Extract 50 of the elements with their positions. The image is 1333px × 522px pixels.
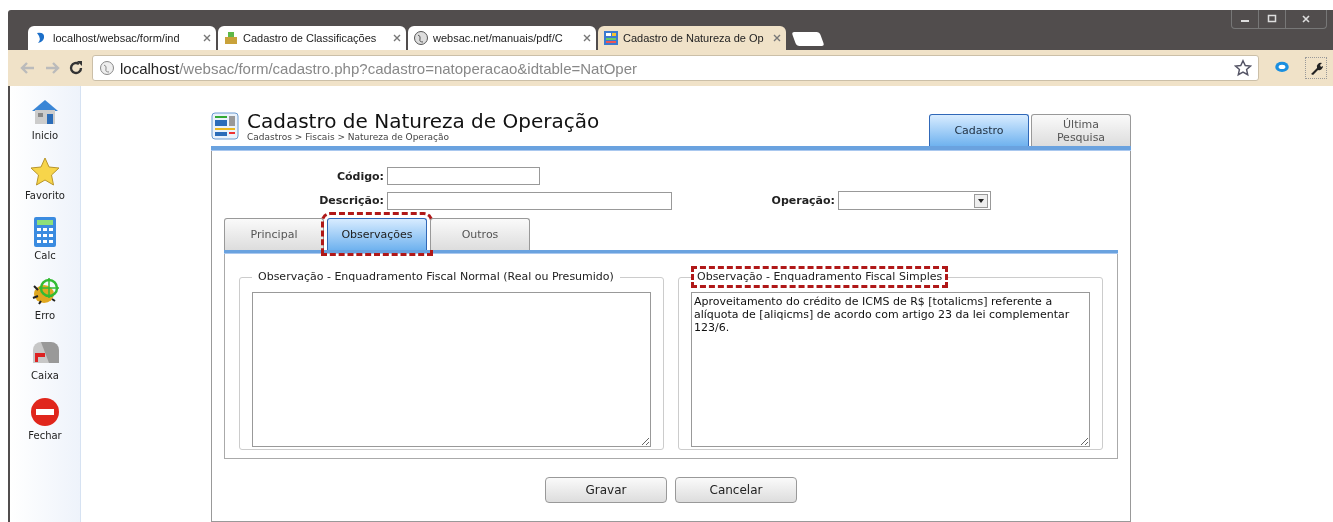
sidebar-item[interactable]: Fechar xyxy=(28,396,62,441)
form-tab[interactable]: Outros xyxy=(430,218,530,250)
page-title: Cadastro de Natureza de Operação xyxy=(247,110,601,132)
sidebar-item[interactable]: Caixa xyxy=(29,336,61,381)
field-label: Código: xyxy=(335,169,384,183)
tab-title: websac.net/manuais/pdf/C xyxy=(433,32,564,45)
stop-icon xyxy=(29,396,61,428)
page-tab[interactable]: Cadastro xyxy=(929,114,1029,146)
group-legend: Observação - Enquadramento Fiscal Simples xyxy=(691,266,949,288)
form-tab[interactable]: Principal xyxy=(224,218,324,250)
reload-icon[interactable] xyxy=(68,60,84,77)
close-icon[interactable] xyxy=(583,34,591,43)
field-label: Operação: xyxy=(770,194,835,207)
close-icon[interactable] xyxy=(773,34,781,43)
save-button[interactable]: Gravar xyxy=(545,477,667,503)
star-icon xyxy=(29,156,61,188)
input-field[interactable] xyxy=(387,167,540,185)
globe-icon xyxy=(99,60,115,77)
tab-title: Cadastro de Natureza de Op xyxy=(623,32,765,45)
browser-tab[interactable]: Cadastro de Classificações xyxy=(218,26,406,51)
bookmark-star-icon[interactable] xyxy=(1234,59,1252,78)
wrench-button[interactable] xyxy=(1305,57,1327,80)
sidebar-item[interactable]: Erro xyxy=(29,276,61,321)
tab-title: localhost/websac/form/ind xyxy=(53,32,181,45)
group-legend: Observação - Enquadramento Fiscal Normal (Real ou Presumido) xyxy=(252,266,620,288)
dropdown[interactable] xyxy=(838,191,991,210)
grid-icon xyxy=(603,30,619,47)
browser-tab[interactable]: Cadastro de Natureza de Op xyxy=(598,26,786,51)
close-icon[interactable] xyxy=(393,34,401,43)
new-tab-button[interactable] xyxy=(791,32,825,47)
close-icon[interactable] xyxy=(203,34,211,43)
field-label: Descrição: xyxy=(318,194,384,207)
breadcrumb: Cadastros > Fiscais > Natureza de Operação xyxy=(247,132,451,142)
caret-icon xyxy=(974,193,988,208)
page-tab[interactable]: Última Pesquisa xyxy=(1031,114,1131,146)
close-icon xyxy=(1301,14,1311,24)
address-bar[interactable]: localhost/websac/form/cadastro.php?cadastro=natoperacao&idtable=NatOper xyxy=(92,55,1259,82)
sidebar-item[interactable]: Inicio xyxy=(29,96,61,141)
maximize-icon xyxy=(1267,14,1277,24)
browser-tab[interactable]: localhost/websac/form/ind xyxy=(28,26,216,51)
text-area[interactable]: Aproveitamento do crédito de ICMS de R$ [totalicms] referente a alíquota de [aliqicms] de acordo com artigo 23 da lei complementar 123/6. xyxy=(691,292,1090,447)
form-icon xyxy=(211,112,239,140)
box-icon xyxy=(223,30,239,47)
globe-icon xyxy=(413,30,429,47)
sidebar-item[interactable]: Calc xyxy=(29,216,61,261)
sidebar-item[interactable]: Favorito xyxy=(25,156,65,201)
cancel-button[interactable]: Cancelar xyxy=(675,477,797,503)
browser-tab[interactable]: websac.net/manuais/pdf/C xyxy=(408,26,596,51)
tab-title: Cadastro de Classificações xyxy=(243,32,378,45)
input-field[interactable] xyxy=(387,191,672,210)
